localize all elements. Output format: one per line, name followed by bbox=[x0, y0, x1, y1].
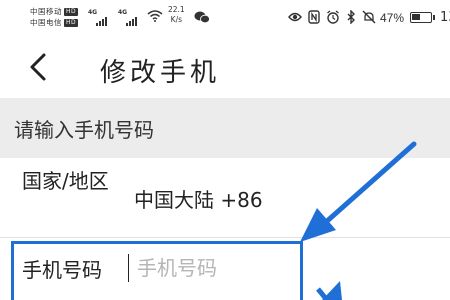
country-value: 中国大陆 +86 bbox=[134, 188, 263, 212]
phone-number-input[interactable] bbox=[128, 254, 288, 282]
battery-icon bbox=[410, 12, 432, 23]
status-time: 13 bbox=[440, 10, 450, 25]
carrier-2-label: 中国电信 bbox=[30, 18, 62, 27]
wifi-icon bbox=[147, 10, 163, 22]
network-type-1: 4G bbox=[88, 9, 98, 16]
country-label: 国家/地区 bbox=[22, 169, 109, 193]
network-type-2: 4G bbox=[118, 9, 128, 16]
carrier-1-label: 中国移动 bbox=[30, 7, 62, 16]
back-button[interactable] bbox=[20, 50, 56, 86]
speed-unit: K/s bbox=[170, 15, 183, 24]
eye-icon bbox=[288, 12, 302, 22]
signal-bars-2-icon bbox=[126, 16, 137, 26]
page-title: 修改手机 bbox=[100, 58, 221, 88]
wechat-icon bbox=[194, 11, 210, 24]
hd-badge: HD bbox=[64, 8, 79, 16]
nfc-icon bbox=[308, 10, 320, 24]
signal-bars-1-icon bbox=[96, 16, 107, 26]
battery-percent: 47% bbox=[380, 11, 405, 25]
alarm-icon bbox=[327, 10, 339, 24]
country-selector[interactable]: 国家/地区 中国大陆 +86 bbox=[0, 158, 450, 238]
nav-bar: 修改手机 bbox=[0, 38, 450, 98]
mute-icon bbox=[362, 10, 376, 24]
chevron-left-icon bbox=[30, 53, 46, 81]
carrier-info: 中国移动 HD 中国电信 HD bbox=[30, 6, 79, 28]
phone-label: 手机号码 bbox=[22, 258, 102, 282]
speed-value: 22.1 bbox=[168, 5, 185, 14]
battery-tip bbox=[433, 15, 435, 20]
network-speed: 22.1 K/s bbox=[168, 5, 185, 25]
system-icons bbox=[288, 10, 376, 24]
hint-bar: 请输入手机号码 bbox=[0, 98, 450, 158]
hint-text: 请输入手机号码 bbox=[14, 118, 154, 142]
hd-badge: HD bbox=[64, 19, 79, 27]
status-bar: 中国移动 HD 中国电信 HD 4G 4G 22.1 K/s 47% 1 bbox=[0, 0, 450, 38]
bluetooth-icon bbox=[347, 10, 355, 24]
